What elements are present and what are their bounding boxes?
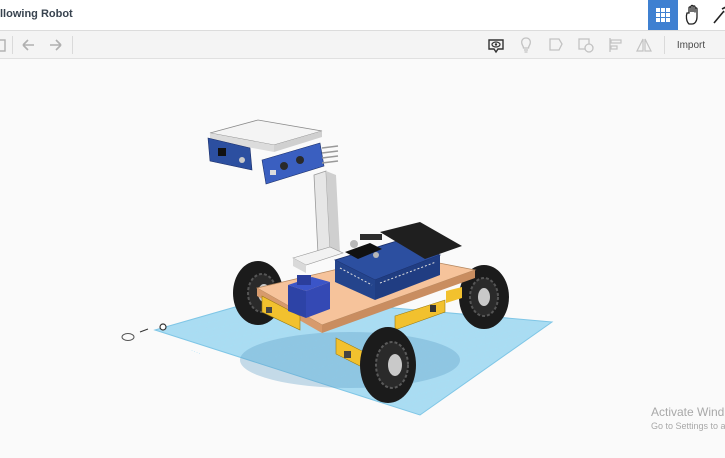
shape-group-icon[interactable]: [577, 36, 595, 54]
workplane-label: ····: [189, 346, 202, 358]
design-title[interactable]: llowing Robot: [0, 8, 73, 20]
align-icon[interactable]: [607, 36, 625, 54]
undo-icon[interactable]: [19, 36, 37, 54]
hand-button[interactable]: [678, 0, 708, 30]
light-bulb-icon[interactable]: [517, 36, 535, 54]
axis-marker-icon[interactable]: [121, 323, 167, 341]
grid-view-icon: [656, 8, 670, 22]
shape-note-icon[interactable]: [547, 36, 565, 54]
sensor-mast[interactable]: [292, 170, 344, 273]
redo-icon[interactable]: [47, 36, 65, 54]
mirror-icon[interactable]: [635, 36, 653, 54]
toolbar-divider: [664, 36, 665, 54]
view-icon[interactable]: [487, 36, 505, 54]
watermark-line-2: Go to Settings to a: [651, 421, 725, 431]
toolbar-divider: [72, 36, 73, 54]
workplane-canvas[interactable]: ····: [0, 59, 725, 453]
hand-icon: [685, 4, 698, 25]
title-bar: llowing Robot: [0, 0, 725, 31]
toolbar: Import: [0, 31, 725, 59]
import-button[interactable]: Import: [669, 35, 713, 55]
wheel-front-left[interactable]: [360, 327, 416, 403]
toolbar-divider: [12, 36, 13, 54]
activation-watermark: Activate Wind Go to Settings to a: [651, 405, 725, 431]
grid-view-button[interactable]: [648, 0, 678, 30]
robot-scene[interactable]: ····: [0, 59, 725, 453]
copy-icon[interactable]: [0, 36, 10, 54]
tool-button[interactable]: [706, 0, 725, 30]
tool-icon: [713, 6, 725, 24]
watermark-line-1: Activate Wind: [651, 405, 725, 419]
